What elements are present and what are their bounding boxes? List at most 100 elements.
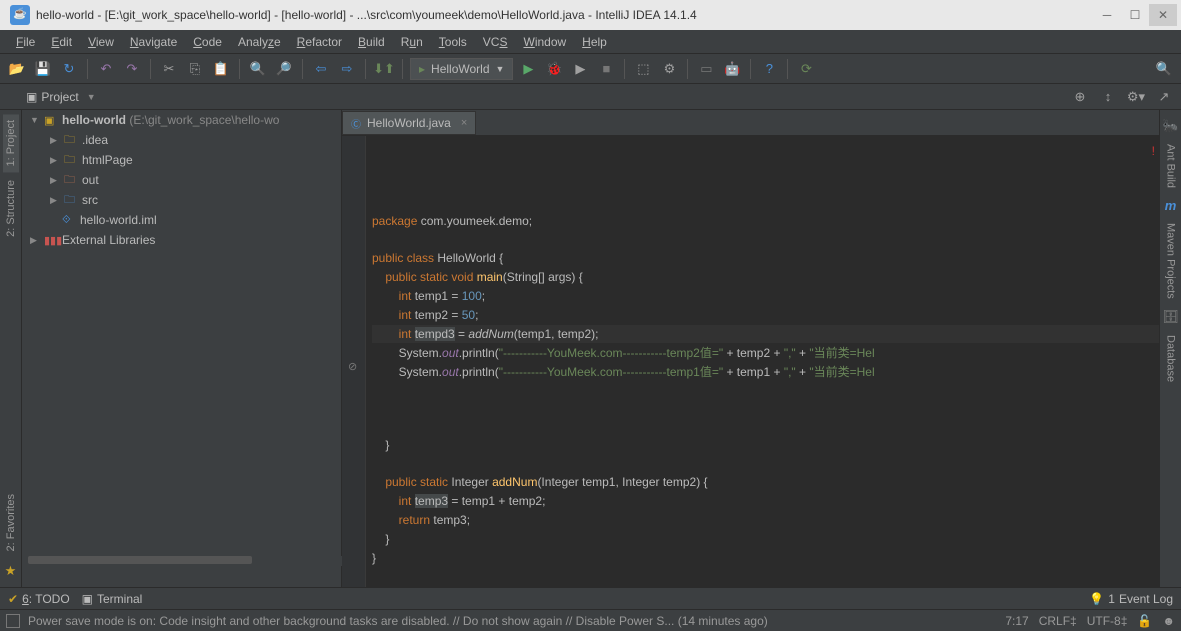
editor-tabs: Ⓒ HelloWorld.java × [342,110,1159,136]
database-icon[interactable]: 🗄 [1158,305,1181,329]
menu-help[interactable]: Help [574,32,615,52]
editor-tab-helloworld[interactable]: Ⓒ HelloWorld.java × [342,111,476,135]
chevron-right-icon[interactable]: ▶ [50,195,60,206]
caret-position[interactable]: 7:17 [1005,614,1028,628]
menu-edit[interactable]: Edit [43,32,80,52]
menu-refactor[interactable]: Refactor [289,32,350,52]
menu-window[interactable]: Window [515,32,574,52]
run-config-selector[interactable]: ▸ HelloWorld ▼ [410,58,513,80]
menu-tools[interactable]: Tools [431,32,475,52]
menu-analyze[interactable]: Analyze [230,32,289,52]
hector-icon[interactable]: ☻ [1162,614,1175,628]
chevron-down-icon[interactable]: ▼ [30,115,40,125]
cut-icon[interactable]: ✂ [158,58,180,80]
minimize-button[interactable]: ─ [1093,4,1121,26]
chevron-right-icon[interactable]: ▶ [50,155,60,166]
code-area[interactable]: ! ⊘ package com.youmeek.demo; public cla… [342,136,1159,587]
menu-run[interactable]: Run [393,32,431,52]
line-separator[interactable]: CRLF‡ [1039,614,1077,628]
ant-icon[interactable]: 🐜 [1158,114,1181,138]
tree-item-htmlpage[interactable]: ▶ 🗀 htmlPage [22,150,341,170]
chevron-down-icon[interactable]: ▼ [87,92,96,102]
tree-item-out[interactable]: ▶ 🗀 out [22,170,341,190]
forward-icon[interactable]: ⇨ [336,58,358,80]
undo-icon[interactable]: ↶ [95,58,117,80]
tool-tab-todo[interactable]: ✔ 6: TODO [8,592,70,606]
error-stripe-icon[interactable]: ! [1152,142,1155,160]
favorites-icon[interactable]: ★ [1,559,21,583]
close-button[interactable]: ✕ [1149,4,1177,26]
tree-item-src[interactable]: ▶ 🗀 src [22,190,341,210]
chevron-right-icon[interactable]: ▶ [50,135,60,146]
sync-icon[interactable]: ↻ [58,58,80,80]
window-title: hello-world - [E:\git_work_space\hello-w… [36,8,1093,22]
editor: Ⓒ HelloWorld.java × ! ⊘ package com.youm… [342,110,1159,587]
restart-icon[interactable]: ⟳ [795,58,817,80]
sdk-icon[interactable]: 🤖 [721,58,743,80]
tool-tab-favorites[interactable]: 2: Favorites [3,488,19,557]
collapse-icon[interactable]: ↕ [1097,86,1119,108]
run-icon[interactable]: ▶ [517,58,539,80]
tree-root[interactable]: ▼ ▣ hello-world (E:\git_work_space\hello… [22,110,341,130]
find-icon[interactable]: 🔍 [247,58,269,80]
file-encoding[interactable]: UTF-8‡ [1087,614,1128,628]
project-tool-label[interactable]: Project [41,90,78,104]
nav-bar: ▣ Project ▼ ⊕ ↕ ⚙▾ ↗ [0,84,1181,110]
chevron-right-icon[interactable]: ▶ [30,235,40,246]
override-icon[interactable]: ⊘ [348,358,357,376]
menu-file[interactable]: File [8,32,43,52]
project-tool-icon[interactable]: ▣ [26,90,37,104]
class-icon: Ⓒ [351,116,361,131]
tool-tab-maven[interactable]: Maven Projects [1163,217,1179,305]
search-everywhere-icon[interactable]: 🔍 [1153,58,1175,80]
debug-icon[interactable]: 🐞 [543,58,565,80]
save-icon[interactable]: 💾 [32,58,54,80]
run-config-icon: ▸ [419,62,425,76]
menu-code[interactable]: Code [185,32,230,52]
right-tool-strip: 🐜 Ant Build m Maven Projects 🗄 Database [1159,110,1181,587]
maximize-button[interactable]: ☐ [1121,4,1149,26]
redo-icon[interactable]: ↷ [121,58,143,80]
lock-icon[interactable]: 🔓 [1137,614,1152,628]
menu-build[interactable]: Build [350,32,393,52]
status-message[interactable]: Power save mode is on: Code insight and … [28,614,997,628]
event-log-button[interactable]: 💡1 Event Log [1089,592,1173,606]
stop-icon[interactable]: ■ [595,58,617,80]
tool-tab-project[interactable]: 1: Project [3,114,19,172]
tool-tab-terminal[interactable]: ▣ Terminal [82,592,143,606]
back-icon[interactable]: ⇦ [310,58,332,80]
tree-item-idea[interactable]: ▶ 🗀 .idea [22,130,341,150]
vcs-icon[interactable]: ⬚ [632,58,654,80]
replace-icon[interactable]: 🔎 [273,58,295,80]
tool-tab-structure[interactable]: 2: Structure [3,174,19,243]
file-icon: ⟐ [62,214,76,227]
tree-root-label: hello-world (E:\git_work_space\hello-wo [62,113,279,127]
tool-tab-ant[interactable]: Ant Build [1163,138,1179,194]
tree-item-iml[interactable]: ⟐ hello-world.iml [22,210,341,230]
hide-icon[interactable]: ↗ [1153,86,1175,108]
menu-view[interactable]: View [80,32,122,52]
menu-vcs[interactable]: VCS [475,32,516,52]
left-tool-strip: 1: Project 2: Structure 2: Favorites ★ [0,110,22,587]
chevron-right-icon[interactable]: ▶ [50,175,60,186]
open-icon[interactable]: 📂 [6,58,28,80]
menu-navigate[interactable]: Navigate [122,32,185,52]
locate-icon[interactable]: ⊕ [1069,86,1091,108]
gear-icon[interactable]: ⚙▾ [1125,86,1147,108]
tree-hscrollbar[interactable] [22,556,342,566]
tool-tab-database[interactable]: Database [1163,329,1179,388]
library-icon: ▮▮▮ [44,234,58,247]
help-icon[interactable]: ? [758,58,780,80]
status-bar: Power save mode is on: Code insight and … [0,609,1181,631]
tool-windows-toggle-icon[interactable] [6,614,20,628]
coverage-icon[interactable]: ▶̵ [569,58,591,80]
folder-icon: 🗀 [64,131,78,150]
copy-icon[interactable]: ⎘ [184,58,206,80]
maven-icon[interactable]: m [1161,194,1181,217]
close-tab-icon[interactable]: × [461,117,467,129]
tree-ext-libs[interactable]: ▶ ▮▮▮ External Libraries [22,230,341,250]
avd-icon[interactable]: ▭ [695,58,717,80]
settings-icon[interactable]: ⚙ [658,58,680,80]
paste-icon[interactable]: 📋 [210,58,232,80]
make-icon[interactable]: ⬇⬆ [373,58,395,80]
